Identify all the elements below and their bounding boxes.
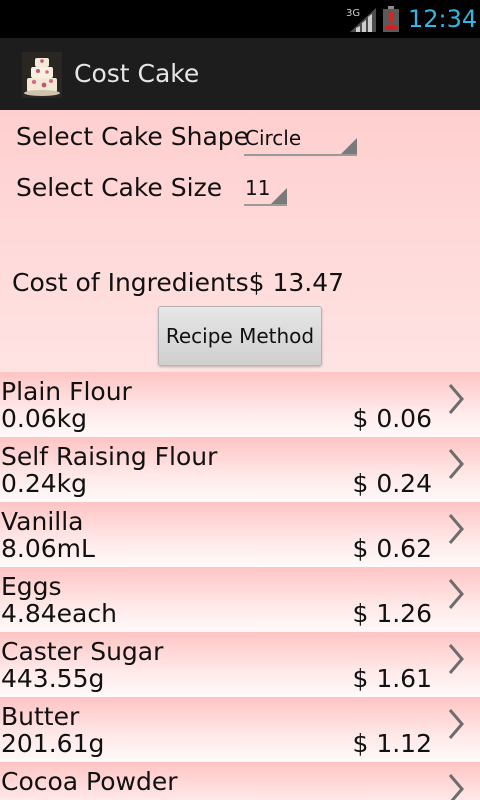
ingredient-quantity: 0.06kg [1,404,88,433]
dropdown-arrow-icon [341,138,357,154]
chevron-right-icon [448,449,464,479]
chevron-right-icon [448,384,464,414]
cake-icon[interactable] [22,52,62,98]
list-item[interactable]: Plain Flour 0.06kg $ 0.06 [0,372,480,437]
list-item[interactable]: Caster Sugar 443.55g $ 1.61 [0,632,480,697]
ingredient-quantity: 443.55g [1,664,105,693]
shape-value: Circle [245,126,302,150]
action-bar: Cost Cake [0,38,480,110]
ingredient-name: Plain Flour [1,377,132,406]
chevron-right-icon [448,709,464,739]
ingredient-quantity: 0.24kg [1,469,88,498]
recipe-method-button[interactable]: Recipe Method [158,306,322,366]
ingredient-name: Eggs [1,572,62,601]
ingredient-list: Plain Flour 0.06kg $ 0.06 Self Raising F… [0,372,480,800]
cost-value: $ 13.47 [248,268,345,297]
list-item[interactable]: Self Raising Flour 0.24kg $ 0.24 [0,437,480,502]
chevron-right-icon [448,774,464,800]
chevron-right-icon [448,579,464,609]
ingredient-name: Butter [1,702,80,731]
chevron-right-icon [448,514,464,544]
ingredient-name: Self Raising Flour [1,442,218,471]
ingredient-quantity: 8.06mL [1,534,95,563]
list-item[interactable]: Eggs 4.84each $ 1.26 [0,567,480,632]
list-item[interactable]: Cocoa Powder [0,762,480,800]
dropdown-arrow-icon [271,188,287,204]
network-type-label: 3G [346,8,360,19]
status-bar: 3G 12:34 [0,0,480,38]
list-item[interactable]: Butter 201.61g $ 1.12 [0,697,480,762]
ingredient-name: Caster Sugar [1,637,164,666]
ingredient-price: $ 1.26 [352,599,432,628]
ingredient-price: $ 0.62 [352,534,432,563]
ingredient-name: Cocoa Powder [1,767,178,796]
chevron-right-icon [448,644,464,674]
ingredient-price: $ 0.06 [352,404,432,433]
size-label: Select Cake Size [16,173,223,202]
list-item[interactable]: Vanilla 8.06mL $ 0.62 [0,502,480,567]
cost-of-ingredients: Cost of Ingredients$ 13.47 [12,267,344,299]
status-clock: 12:34 [408,5,478,33]
ingredient-quantity: 4.84each [1,599,117,628]
ingredient-price: $ 0.24 [352,469,432,498]
signal-strength-icon: 3G [346,8,376,32]
size-value: 11 [245,176,271,200]
ingredient-quantity: 201.61g [1,729,105,758]
app-title: Cost Cake [74,59,200,88]
shape-label: Select Cake Shape [16,122,250,151]
ingredient-price: $ 1.61 [352,664,432,693]
size-spinner[interactable]: 11 [244,172,287,206]
ingredient-name: Vanilla [1,507,84,536]
cost-label: Cost of Ingredients [12,268,249,297]
ingredient-price: $ 1.12 [352,729,432,758]
shape-spinner[interactable]: Circle [244,122,357,156]
battery-low-icon [383,6,399,32]
